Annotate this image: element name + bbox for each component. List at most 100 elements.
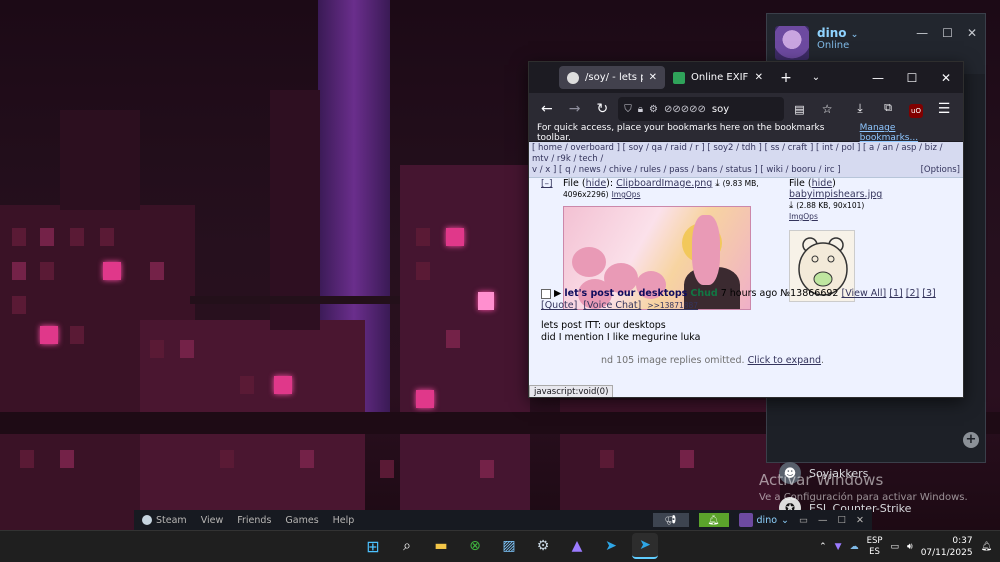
minimize-button[interactable]: — (818, 515, 828, 526)
wallpaper-window (380, 460, 394, 478)
steam-user-menu[interactable]: dino ⌄ (738, 513, 789, 527)
close-button[interactable]: ✕ (967, 26, 977, 40)
thumb-figure (572, 247, 606, 277)
expand-link[interactable]: Click to expand (748, 355, 821, 366)
browser-telegram-icon[interactable]: ➤ (632, 533, 658, 559)
view-all-link[interactable]: [View All] (841, 288, 886, 299)
chevron-down-icon[interactable]: ⌄ (851, 30, 859, 40)
download-icon[interactable]: ⤓ (715, 178, 719, 189)
steam-icon[interactable]: ⚙ (530, 533, 556, 559)
notification-bell-icon[interactable]: 🔔︎ (981, 542, 992, 552)
reload-button[interactable]: ↻ (590, 101, 614, 117)
hide-file-link[interactable]: hide (586, 178, 607, 189)
close-button[interactable]: ✕ (929, 71, 963, 85)
steam-bar-right: 📢︎ 🔔︎ dino ⌄ ▭ — ☐ ✕ (652, 513, 864, 527)
file-info-2: File (hide) babyimpishears.jpg ⤓ (2.88 K… (789, 178, 883, 221)
post-number[interactable]: №13866692 (780, 288, 838, 299)
minimize-button[interactable]: — (916, 26, 928, 40)
file-name-link[interactable]: babyimpishears.jpg (789, 189, 882, 200)
reader-view-icon[interactable]: ▤ (788, 103, 812, 116)
boardnav-links-2[interactable]: v / x ] [ q / news / chive / rules / pas… (532, 165, 841, 175)
notification-bell-icon[interactable]: 🔔︎ (698, 513, 729, 527)
friends-menu[interactable]: Friends (237, 515, 271, 526)
megaphone-icon[interactable]: 📢︎ (652, 513, 689, 527)
tab-soy[interactable]: /soy/ - lets post | ✕ (559, 66, 665, 89)
clock[interactable]: 0:37 07/11/2025 (921, 535, 973, 559)
friends-user-info[interactable]: dino ⌄ Online (817, 26, 858, 51)
quote-link[interactable]: [Quote] (541, 300, 577, 311)
maximize-button[interactable]: ☐ (942, 26, 953, 40)
page-link-1[interactable]: [1] (889, 288, 902, 299)
downloads-icon[interactable]: ⤓ (847, 101, 873, 118)
omitted-notice: nd 105 image replies omitted. Click to e… (601, 355, 825, 366)
proton-vpn-icon[interactable]: ▲ (564, 533, 590, 559)
proton-tray-icon[interactable]: ▼ (835, 542, 842, 552)
back-button[interactable]: ← (535, 101, 559, 117)
backlink[interactable]: >>13871887 (647, 301, 698, 310)
photos-icon[interactable]: ▨ (496, 533, 522, 559)
page-link-2[interactable]: [2] (906, 288, 919, 299)
collapse-button[interactable]: [–] (541, 179, 553, 189)
file-explorer-icon[interactable]: ▬ (428, 533, 454, 559)
download-icon[interactable]: ⤓ (789, 200, 793, 211)
view-menu[interactable]: View (201, 515, 224, 526)
blocked-permissions-icon[interactable]: ⊘⊘⊘⊘⊘ (664, 104, 706, 115)
windows-start-icon[interactable]: ⊞ (360, 533, 386, 559)
system-tray: ⌃ ▼ ☁ ESP ES ▭ 🔊︎ 0:37 07/11/2025 🔔︎ (819, 533, 992, 561)
search-icon[interactable]: ⌕ (394, 533, 420, 559)
minimize-button[interactable]: — (861, 71, 895, 85)
post-checkbox[interactable] (541, 288, 551, 299)
hide-file-link[interactable]: hide (812, 178, 833, 189)
network-icon[interactable]: ▭ (891, 542, 900, 552)
wallpaper-rail (190, 296, 400, 304)
post-line: did I mention I like megurine luka (541, 332, 701, 343)
tab-exif[interactable]: Online EXIF meta ✕ (665, 66, 771, 89)
avatar[interactable] (775, 26, 809, 60)
big-picture-icon[interactable]: ▭ (799, 515, 808, 526)
tab-strip: /soy/ - lets post | ✕ Online EXIF meta ✕… (529, 62, 963, 93)
forward-button[interactable]: → (563, 101, 587, 117)
xbox-icon[interactable]: ⊗ (462, 533, 488, 559)
triangle-menu-icon[interactable]: ▶ (554, 288, 561, 299)
wallpaper-window (478, 292, 494, 310)
language-indicator[interactable]: ESP ES (867, 536, 883, 558)
permissions-icon[interactable]: ⚙ (649, 104, 658, 115)
maximize-button[interactable]: ☐ (895, 71, 929, 85)
boardnav-links[interactable]: home / overboard ] [ soy / qa / raid / r… (532, 143, 942, 164)
bookmark-star-icon[interactable]: ☆ (815, 102, 839, 116)
extensions-icon[interactable]: ⧉ (875, 101, 901, 118)
url-bar[interactable]: ⛉ 🔒︎ ⚙ ⊘⊘⊘⊘⊘ soy (618, 97, 784, 121)
imgops-link[interactable]: ImgOps (612, 190, 641, 199)
tab-label: Online EXIF meta (691, 72, 749, 83)
avatar (738, 513, 753, 527)
voice-chat-link[interactable]: [Voice Chat] (583, 300, 641, 311)
window-controls: — ☐ ✕ (916, 26, 977, 40)
close-icon[interactable]: ✕ (649, 72, 657, 83)
games-menu[interactable]: Games (285, 515, 318, 526)
list-tabs-button[interactable]: ⌄ (801, 72, 831, 83)
telegram-icon[interactable]: ➤ (598, 533, 624, 559)
lock-icon[interactable]: 🔒︎ (638, 104, 643, 115)
shield-icon[interactable]: ⛉ (624, 104, 632, 115)
help-menu[interactable]: Help (333, 515, 355, 526)
cloud-tray-icon[interactable]: ☁ (850, 542, 859, 552)
new-tab-button[interactable]: + (771, 70, 801, 86)
volume-icon[interactable]: 🔊︎ (907, 542, 913, 552)
ublock-icon[interactable]: uO (903, 101, 929, 118)
add-group-button[interactable]: + (963, 432, 979, 448)
close-button[interactable]: ✕ (856, 515, 864, 526)
wallpaper-window (60, 450, 74, 468)
close-icon[interactable]: ✕ (755, 72, 763, 83)
clock-date: 07/11/2025 (920, 548, 973, 558)
options-link[interactable]: [Options] (921, 165, 960, 176)
page-link-3[interactable]: [3] (922, 288, 935, 299)
maximize-button[interactable]: ☐ (838, 515, 847, 526)
menu-icon[interactable]: ☰ (931, 101, 957, 118)
wallpaper-window (150, 262, 164, 280)
steam-menu[interactable]: Steam (142, 515, 187, 526)
wallpaper-window (40, 228, 54, 246)
imgops-link[interactable]: ImgOps (789, 212, 818, 221)
file-name-link[interactable]: ClipboardImage.png (616, 178, 712, 189)
manage-bookmarks-link[interactable]: Manage bookmarks... (860, 123, 955, 143)
chevron-up-icon[interactable]: ⌃ (819, 542, 827, 552)
